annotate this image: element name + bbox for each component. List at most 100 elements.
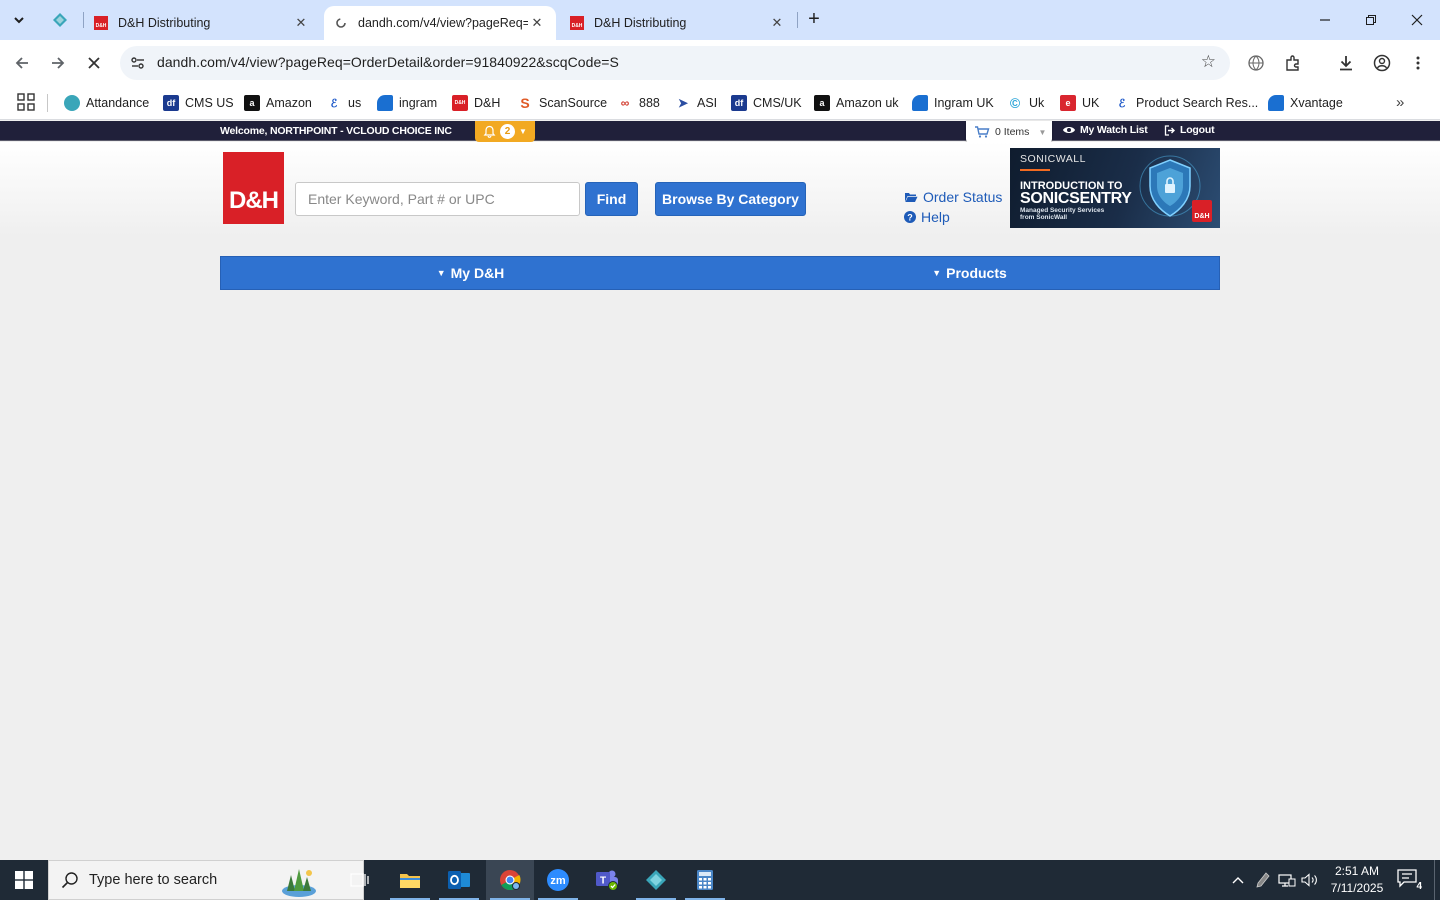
bookmark-label: Product Search Res... (1136, 96, 1259, 110)
df-icon: df (731, 95, 747, 111)
network-icon[interactable] (1276, 860, 1298, 900)
web-page: Welcome, NORTHPOINT - VCLOUD CHOICE INC … (0, 121, 1440, 859)
site-info-icon[interactable] (128, 53, 148, 73)
order-status-link[interactable]: Order Status (904, 189, 1002, 205)
close-icon[interactable]: ✕ (292, 15, 310, 31)
banner-subline-1: Managed Security Services (1020, 207, 1105, 214)
search-input[interactable] (295, 182, 580, 216)
taskbar-zoom[interactable]: zm (534, 860, 582, 900)
bookmark-cms-us[interactable]: df CMS US (163, 91, 234, 115)
taskbar-chrome[interactable] (486, 860, 534, 900)
svg-text:?: ? (907, 212, 913, 222)
bookmark-label: Uk (1029, 96, 1045, 110)
cart-dropdown[interactable]: 0 Items ▼ (966, 121, 1052, 143)
downloads-icon[interactable] (1334, 51, 1358, 75)
taskbar-search[interactable]: Type here to search (48, 860, 364, 900)
restore-button[interactable] (1348, 0, 1394, 40)
bookmark-dh[interactable]: D&H D&H (452, 91, 500, 115)
bookmark-us[interactable]: ℰus (326, 91, 361, 115)
profile-icon[interactable] (1370, 51, 1394, 75)
logout-link[interactable]: Logout (1164, 124, 1215, 136)
bell-icon (483, 125, 496, 138)
stop-loading-button[interactable] (80, 49, 108, 77)
nav-products[interactable]: ▼ Products (720, 257, 1219, 289)
clock-date: 7/11/2025 (1330, 881, 1384, 895)
watch-list-link[interactable]: My Watch List (1062, 124, 1148, 136)
address-bar[interactable]: dandh.com/v4/view?pageReq=OrderDetail&or… (120, 46, 1230, 80)
tab-dh-distributing-2[interactable]: D&H D&H Distributing ✕ (560, 6, 796, 40)
bookmark-label: ASI (697, 96, 718, 110)
svg-text:T: T (600, 876, 606, 887)
nav-my-dh[interactable]: ▼ My D&H (221, 257, 720, 289)
close-window-button[interactable] (1394, 0, 1440, 40)
bookmark-amazon-uk[interactable]: a Amazon uk (814, 91, 899, 115)
bookmark-star-icon[interactable]: ☆ (1201, 52, 1216, 72)
tab-strip: D&H D&H Distributing ✕ dandh.com/v4/view… (0, 0, 1440, 40)
taskbar-teams[interactable]: T (583, 860, 631, 900)
tab-order-detail[interactable]: dandh.com/v4/view?pageReq= ✕ (324, 6, 556, 40)
task-view-button[interactable] (336, 860, 384, 900)
bookmark-attandance[interactable]: Attandance (64, 91, 149, 115)
show-hidden-icons-button[interactable] (1226, 860, 1250, 900)
clock-time: 2:51 AM (1334, 864, 1380, 878)
bookmark-label: CMS/UK (753, 96, 802, 110)
taskbar-clock[interactable]: 2:51 AM 7/11/2025 (1322, 863, 1392, 897)
bookmark-uk-e[interactable]: e UK (1060, 91, 1099, 115)
cart-count: 0 Items (995, 126, 1030, 138)
bookmark-label: Amazon (266, 96, 312, 110)
bookmark-scansource[interactable]: S ScanSource (517, 91, 607, 115)
bookmark-ingram[interactable]: ingram (377, 91, 437, 115)
volume-icon[interactable] (1299, 860, 1321, 900)
more-bookmarks-icon[interactable]: » (1396, 94, 1404, 111)
translate-icon[interactable] (1244, 51, 1268, 75)
pinned-tab[interactable] (44, 6, 76, 34)
forward-button[interactable] (44, 49, 72, 77)
help-link[interactable]: ? Help (904, 209, 950, 225)
tab-dh-distributing-1[interactable]: D&H D&H Distributing ✕ (84, 6, 320, 40)
browse-by-category-button[interactable]: Browse By Category (655, 182, 806, 216)
dh-icon: D&H (452, 95, 468, 111)
notifications-button[interactable]: 2 ▼ (475, 121, 535, 142)
calculator-icon (697, 870, 713, 890)
chevron-up-icon (1232, 877, 1244, 884)
start-button[interactable] (0, 860, 48, 900)
back-button[interactable] (8, 49, 36, 77)
tray-pen-icon[interactable] (1252, 860, 1274, 900)
tab-search-button[interactable] (6, 7, 32, 33)
bookmark-product-search[interactable]: ℰ Product Search Res... (1114, 91, 1258, 115)
teal-diamond-icon (646, 870, 666, 890)
new-tab-button[interactable]: + (802, 8, 826, 32)
bookmark-ingram-uk[interactable]: Ingram UK (912, 91, 994, 115)
dh-logo[interactable]: D&H (223, 152, 284, 224)
menu-kebab-icon[interactable] (1406, 51, 1430, 75)
apps-grid-icon[interactable] (17, 93, 35, 111)
asi-icon: ➤ (675, 95, 691, 111)
tab-separator (797, 12, 798, 28)
bookmark-888[interactable]: ∞ 888 (617, 91, 660, 115)
caret-down-icon: ▼ (932, 268, 942, 278)
minimize-button[interactable] (1302, 0, 1348, 40)
outlook-icon (448, 871, 470, 889)
sonicsentry-banner-ad[interactable]: SONICWALL INTRODUCTION TO SONICSENTRY Ma… (1010, 148, 1220, 228)
tab-title: D&H Distributing (118, 16, 211, 30)
bookmark-cms-uk[interactable]: df CMS/UK (731, 91, 802, 115)
taskbar-search-placeholder: Type here to search (89, 872, 218, 888)
find-button[interactable]: Find (585, 182, 638, 216)
bookmark-xvantage[interactable]: Xvantage (1268, 91, 1343, 115)
show-desktop-button[interactable] (1434, 860, 1435, 900)
bookmark-amazon[interactable]: a Amazon (244, 91, 312, 115)
taskbar-calculator[interactable] (681, 860, 729, 900)
close-icon[interactable]: ✕ (768, 15, 786, 31)
taskbar-file-explorer[interactable] (386, 860, 434, 900)
ingram-icon (377, 95, 393, 111)
caret-down-icon: ▼ (436, 268, 446, 278)
close-icon[interactable]: ✕ (528, 15, 546, 31)
bookmark-uk-c[interactable]: © Uk (1007, 91, 1044, 115)
loading-icon (336, 18, 346, 28)
bookmark-asi[interactable]: ➤ ASI (675, 91, 717, 115)
tab-title: D&H Distributing (594, 16, 687, 30)
action-center-button[interactable]: 4 (1396, 868, 1422, 892)
extensions-icon[interactable] (1281, 51, 1305, 75)
taskbar-teal-app[interactable] (632, 860, 680, 900)
taskbar-outlook[interactable] (435, 860, 483, 900)
